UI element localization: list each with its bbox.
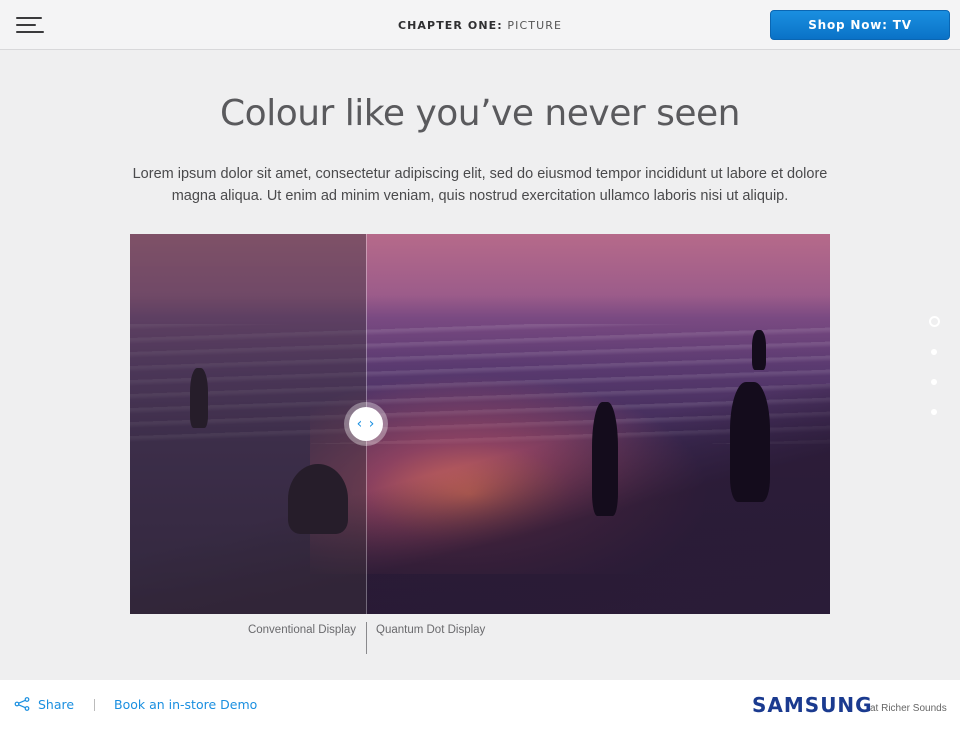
comparison-slider-handle[interactable]: ‹ › <box>344 402 388 446</box>
person-silhouette <box>752 330 766 370</box>
chapter-label: CHAPTER ONE <box>397 19 498 32</box>
share-label: Share <box>38 697 75 712</box>
chapter-separator: : <box>497 19 503 32</box>
conventional-display-overlay <box>130 234 366 614</box>
top-bar: CHAPTER ONE: PICTURE Shop Now: TV <box>0 0 960 50</box>
chevrons-left-right-icon: ‹ › <box>349 407 383 441</box>
caption-divider <box>366 622 367 654</box>
section-dot-3[interactable] <box>931 379 937 385</box>
intro-paragraph: Lorem ipsum dolor sit amet, consectetur … <box>132 166 828 204</box>
book-demo-link[interactable]: Book an in-store Demo <box>114 697 257 712</box>
page-title: Colour like you’ve never seen <box>220 93 740 134</box>
share-icon <box>14 697 30 711</box>
child-silhouette <box>592 402 618 516</box>
section-dot-2[interactable] <box>931 349 937 355</box>
retailer-label: at Richer Sounds <box>870 703 947 714</box>
share-link[interactable]: Share <box>14 697 74 712</box>
chapter-name: PICTURE <box>507 19 563 32</box>
quantum-dot-display-caption: Quantum Dot Display <box>376 624 486 636</box>
footer-separator <box>94 699 95 711</box>
before-after-comparison-image[interactable]: ‹ › <box>130 234 830 614</box>
child-silhouette <box>730 382 770 502</box>
section-dot-4[interactable] <box>931 409 937 415</box>
conventional-display-caption: Conventional Display <box>247 624 356 636</box>
section-dot-1[interactable] <box>929 316 940 327</box>
samsung-logo: SAMSUNG <box>752 693 873 717</box>
footer-bar: Share Book an in-store Demo SAMSUNG at R… <box>0 680 960 730</box>
shop-now-tv-button[interactable]: Shop Now: TV <box>770 10 950 40</box>
